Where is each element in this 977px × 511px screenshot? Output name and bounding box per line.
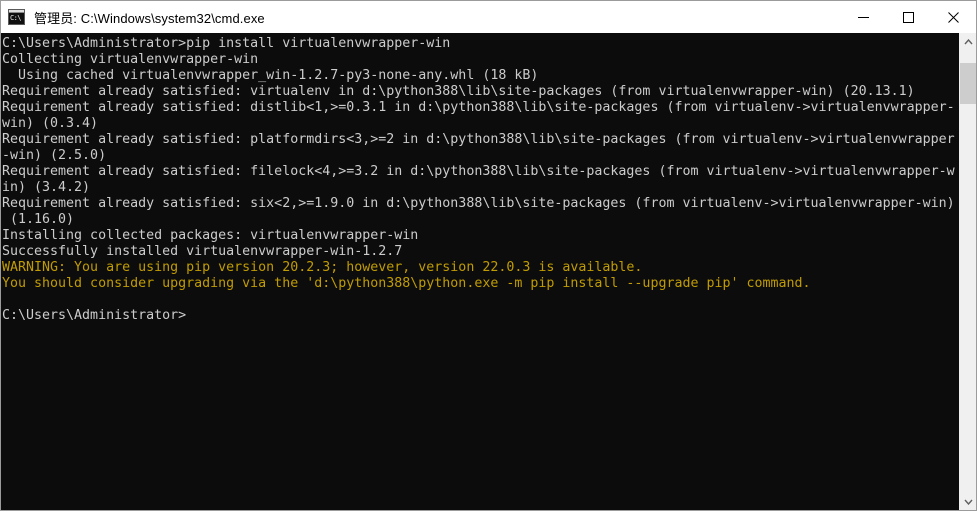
title-bar-left: C:\ 管理员: C:\Windows\system32\cmd.exe — [1, 8, 841, 27]
console-area: C:\Users\Administrator>pip install virtu… — [1, 33, 976, 510]
console-line: Installing collected packages: virtualen… — [2, 228, 419, 243]
console-line: WARNING: You are using pip version 20.2.… — [2, 260, 643, 275]
console-line: in) (3.4.2) — [2, 180, 91, 195]
scrollbar-thumb[interactable] — [960, 63, 976, 104]
console-line: You should consider upgrading via the 'd… — [2, 276, 811, 291]
minimize-icon — [858, 16, 869, 18]
title-bar[interactable]: C:\ 管理员: C:\Windows\system32\cmd.exe — [1, 1, 976, 33]
console-line: (1.16.0) — [10, 212, 75, 227]
window-controls — [841, 1, 976, 33]
console-line: -win) (2.5.0) — [2, 148, 107, 163]
console-line: Requirement already satisfied: platformd… — [2, 132, 955, 147]
scrollbar-track[interactable] — [960, 50, 976, 493]
console-line: Using cached virtualenvwrapper_win-1.2.7… — [18, 68, 539, 83]
console-line: C:\Users\Administrator>pip install virtu… — [2, 36, 451, 51]
minimize-button[interactable] — [841, 1, 886, 33]
chevron-up-icon — [963, 38, 973, 44]
scroll-down-arrow[interactable] — [960, 493, 976, 510]
console-line: Requirement already satisfied: filelock<… — [2, 164, 955, 179]
window-title: 管理员: C:\Windows\system32\cmd.exe — [34, 10, 265, 26]
scroll-up-arrow[interactable] — [960, 33, 976, 50]
cmd-console-icon: C:\ — [8, 9, 25, 25]
chevron-down-icon — [963, 499, 973, 505]
console-line: Requirement already satisfied: distlib<1… — [2, 100, 955, 115]
console-line: Requirement already satisfied: virtualen… — [2, 84, 915, 99]
close-icon — [948, 11, 959, 23]
console-line: win) (0.3.4) — [2, 116, 99, 131]
close-button[interactable] — [931, 1, 976, 33]
console-text: C:\Users\Administrator>pip install virtu… — [1, 33, 959, 324]
cmd-icon-glyph: C:\ — [9, 13, 24, 24]
console-output[interactable]: C:\Users\Administrator>pip install virtu… — [1, 33, 959, 510]
maximize-icon — [903, 11, 914, 23]
console-line: C:\Users\Administrator> — [2, 308, 187, 323]
maximize-button[interactable] — [886, 1, 931, 33]
cmd-window: C:\ 管理员: C:\Windows\system32\cmd.exe C:\… — [0, 0, 977, 511]
vertical-scrollbar[interactable] — [959, 33, 976, 510]
console-line: Successfully installed virtualenvwrapper… — [2, 244, 403, 259]
console-line: Collecting virtualenvwrapper-win — [2, 52, 259, 67]
console-line: Requirement already satisfied: six<2,>=1… — [2, 196, 955, 211]
